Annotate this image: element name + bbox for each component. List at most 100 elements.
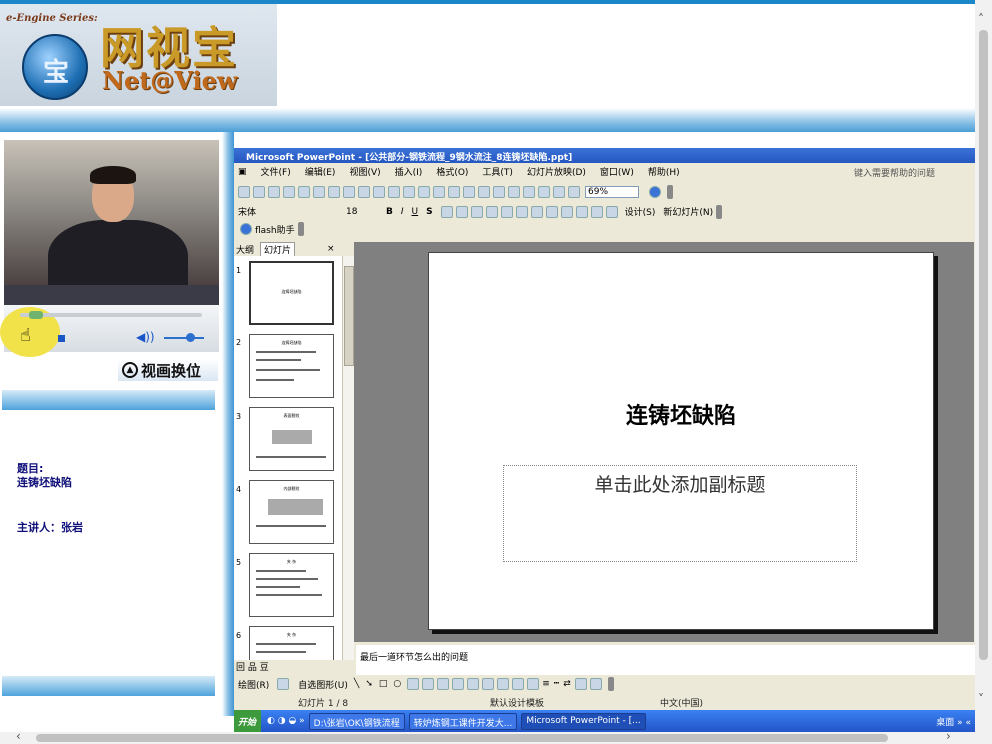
line-color-icon[interactable]: [512, 678, 525, 690]
task-powerpoint[interactable]: Microsoft PowerPoint - [...: [521, 712, 646, 730]
slideshow-view-icon[interactable]: 豆: [260, 663, 269, 673]
menu-view[interactable]: 视图(V): [349, 165, 380, 178]
font-size-select[interactable]: 18: [346, 207, 386, 217]
color-grayscale-icon[interactable]: [568, 185, 580, 198]
menu-help[interactable]: 帮助(H): [648, 165, 680, 178]
thumbnail-slide-2[interactable]: 连铸坯缺陷: [249, 334, 334, 398]
line-icon[interactable]: ╲: [354, 679, 359, 689]
vertical-textbox-icon[interactable]: [422, 678, 435, 690]
italic-button[interactable]: I: [401, 207, 404, 217]
vertical-scroll-thumb[interactable]: [979, 30, 988, 660]
spelling-icon[interactable]: [343, 185, 355, 198]
preview-icon[interactable]: [328, 185, 340, 198]
decrease-indent-icon[interactable]: [575, 205, 588, 218]
tables-borders-icon[interactable]: [493, 185, 505, 198]
zoom-select[interactable]: 69%: [585, 185, 640, 198]
thumbnail-scroll-thumb[interactable]: [344, 266, 354, 366]
menu-tools[interactable]: 工具(T): [482, 165, 513, 178]
diagram-icon[interactable]: [452, 678, 465, 690]
font-color-icon[interactable]: [605, 205, 618, 218]
line-style-icon[interactable]: ≡: [542, 679, 550, 689]
volume-slider[interactable]: [164, 333, 204, 342]
distributed-icon[interactable]: [485, 205, 498, 218]
toolbar-options-icon[interactable]: [667, 184, 674, 199]
show-formatting-icon[interactable]: [538, 185, 550, 198]
subtitle-placeholder[interactable]: 单击此处添加副标题: [503, 470, 857, 497]
copy-icon[interactable]: [388, 185, 400, 198]
close-pane-icon[interactable]: ×: [327, 244, 335, 254]
shadow-style-icon[interactable]: [574, 678, 587, 690]
thumbnail-slide-6[interactable]: 夹 杂: [249, 626, 334, 660]
design-button[interactable]: 设计(S): [625, 205, 656, 218]
cut-icon[interactable]: [373, 185, 385, 198]
menu-slideshow[interactable]: 幻灯片放映(D): [527, 165, 586, 178]
draw-menu[interactable]: 绘图(R): [238, 678, 269, 691]
grid-icon[interactable]: [553, 185, 565, 198]
chart-icon[interactable]: [463, 185, 475, 198]
textbox-icon[interactable]: [407, 678, 420, 690]
start-button[interactable]: 开始: [234, 710, 262, 732]
text-direction-icon[interactable]: [500, 205, 513, 218]
menu-file[interactable]: 文件(F): [261, 165, 291, 178]
table-icon[interactable]: [478, 185, 490, 198]
thumbnail-slide-5[interactable]: 夹 杂: [249, 553, 334, 617]
flash-icon[interactable]: [240, 223, 252, 235]
dash-style-icon[interactable]: ┅: [554, 679, 559, 689]
align-left-icon[interactable]: [440, 205, 453, 218]
expand-all-icon[interactable]: [523, 185, 535, 198]
align-right-icon[interactable]: [470, 205, 483, 218]
permission-icon[interactable]: [283, 185, 295, 198]
bold-button[interactable]: B: [386, 207, 393, 217]
toolbar-options-icon[interactable]: [607, 677, 614, 691]
font-name-select[interactable]: 宋体: [238, 205, 346, 218]
tab-slides[interactable]: 幻灯片: [260, 241, 296, 257]
increase-font-icon[interactable]: [545, 205, 558, 218]
stop-button[interactable]: [58, 335, 65, 342]
menu-insert[interactable]: 插入(I): [395, 165, 423, 178]
thumbnail-scrollbar[interactable]: [342, 256, 354, 660]
email-icon[interactable]: [298, 185, 310, 198]
task-explorer[interactable]: D:\张岩\OK\钢铁流程: [308, 712, 405, 730]
toolbar-options-icon[interactable]: [297, 222, 304, 236]
scroll-down-icon[interactable]: ˅: [978, 692, 984, 706]
swap-view-button[interactable]: ▲ 视画换位: [118, 359, 218, 381]
flash-helper-label[interactable]: flash助手: [255, 223, 295, 236]
slide-title[interactable]: 连铸坯缺陷: [428, 398, 934, 430]
fill-color-icon[interactable]: [497, 678, 510, 690]
help-icon[interactable]: [649, 185, 662, 198]
thumbnail-slide-4[interactable]: 内部裂纹: [249, 480, 334, 544]
volume-icon[interactable]: ◀)): [136, 330, 155, 344]
align-center-icon[interactable]: [455, 205, 468, 218]
tray-desktop[interactable]: 桌面 » «: [936, 715, 975, 728]
horizontal-scrollbar[interactable]: ‹ ›: [0, 729, 992, 744]
seek-handle[interactable]: [29, 311, 44, 319]
seek-bar[interactable]: [20, 311, 202, 319]
tab-outline[interactable]: 大纲: [236, 243, 254, 256]
scroll-right-icon[interactable]: ›: [946, 729, 951, 743]
increase-indent-icon[interactable]: [590, 205, 603, 218]
shadow-button[interactable]: S: [426, 207, 432, 217]
picture-icon[interactable]: [482, 678, 495, 690]
new-icon[interactable]: [238, 185, 250, 198]
undo-icon[interactable]: [433, 185, 445, 198]
new-slide-button[interactable]: 新幻灯片(N): [663, 205, 713, 218]
numbering-icon[interactable]: [515, 205, 528, 218]
ppt-app-icon[interactable]: ▣: [238, 167, 247, 177]
print-icon[interactable]: [313, 185, 325, 198]
horizontal-scroll-thumb[interactable]: [36, 734, 888, 742]
text-color-icon[interactable]: [527, 678, 540, 690]
vertical-scrollbar[interactable]: ˄ ˅: [975, 0, 992, 732]
sorter-view-icon[interactable]: 品: [248, 663, 257, 673]
notes-pane[interactable]: 最后一道环节怎么出的问题: [356, 645, 975, 675]
save-icon[interactable]: [268, 185, 280, 198]
oval-icon[interactable]: ○: [393, 679, 401, 689]
underline-button[interactable]: U: [412, 207, 419, 217]
research-icon[interactable]: [358, 185, 370, 198]
toolbar-options-icon[interactable]: [716, 204, 723, 219]
task-browser[interactable]: 转炉炼钢工课件开发大...: [408, 712, 518, 730]
select-objects-icon[interactable]: [277, 678, 290, 690]
thumbnail-slide-1[interactable]: 连铸坯缺陷: [249, 261, 334, 325]
autoshapes-menu[interactable]: 自选图形(U): [298, 678, 348, 691]
open-icon[interactable]: [253, 185, 265, 198]
menu-window[interactable]: 窗口(W): [600, 165, 634, 178]
